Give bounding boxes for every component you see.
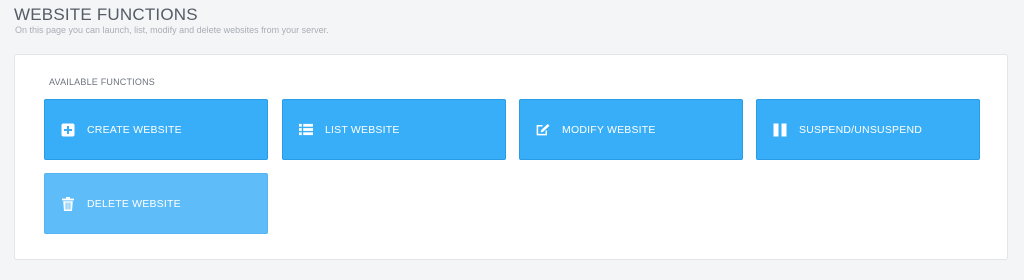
page-title: WEBSITE FUNCTIONS: [14, 5, 198, 24]
modify-website-label: MODIFY WEBSITE: [562, 123, 656, 136]
delete-website-button[interactable]: DELETE WEBSITE: [44, 173, 268, 234]
section-label: AVAILABLE FUNCTIONS: [49, 77, 155, 87]
trash-icon: [61, 196, 75, 211]
delete-website-label: DELETE WEBSITE: [87, 197, 181, 210]
create-website-button[interactable]: CREATE WEBSITE: [44, 99, 268, 160]
page-subtitle: On this page you can launch, list, modif…: [15, 25, 329, 35]
suspend-unsuspend-button[interactable]: SUSPEND/UNSUSPEND: [756, 99, 980, 160]
pause-icon: [773, 123, 787, 137]
page: WEBSITE FUNCTIONS On this page you can l…: [0, 0, 1024, 280]
suspend-unsuspend-label: SUSPEND/UNSUSPEND: [799, 123, 923, 136]
plus-square-icon: [61, 123, 75, 137]
functions-panel: AVAILABLE FUNCTIONS CREATE WEBSITE LIST …: [14, 54, 1008, 260]
create-website-label: CREATE WEBSITE: [87, 123, 182, 136]
list-website-label: LIST WEBSITE: [325, 123, 400, 136]
modify-website-button[interactable]: MODIFY WEBSITE: [519, 99, 743, 160]
edit-icon: [536, 123, 550, 137]
list-icon: [299, 123, 313, 137]
list-website-button[interactable]: LIST WEBSITE: [282, 99, 506, 160]
